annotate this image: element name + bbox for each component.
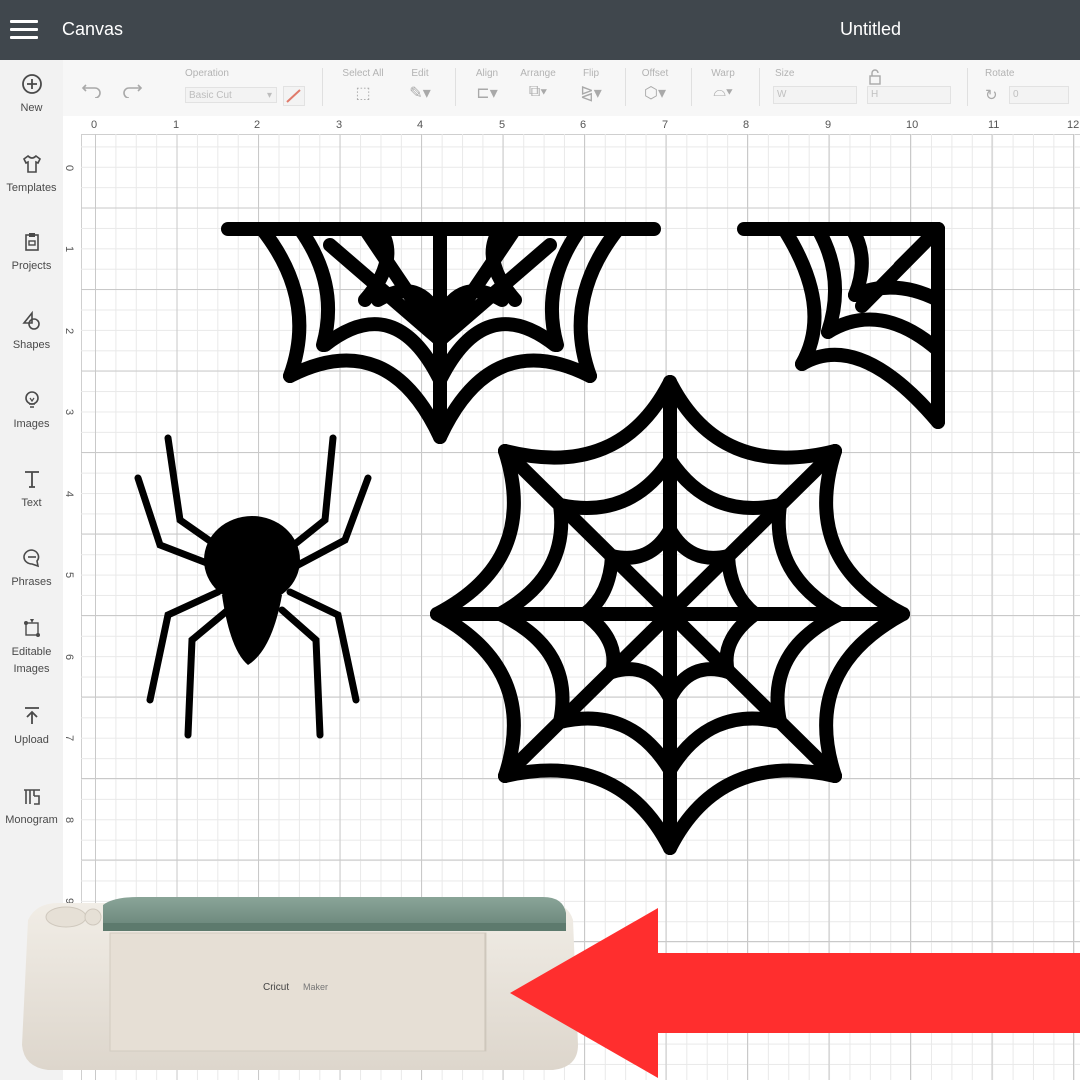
- corner-web-right[interactable]: [737, 222, 945, 429]
- red-pointer-arrow-icon: [510, 908, 1080, 1078]
- spider-image[interactable]: [134, 434, 372, 739]
- machine-model-text: Maker: [303, 982, 328, 992]
- machine-brand-text: Cricut: [263, 982, 289, 993]
- cricut-maker-machine: Cricut Maker: [22, 897, 578, 1070]
- round-spider-web[interactable]: [430, 375, 910, 855]
- corner-web-left[interactable]: [221, 222, 661, 444]
